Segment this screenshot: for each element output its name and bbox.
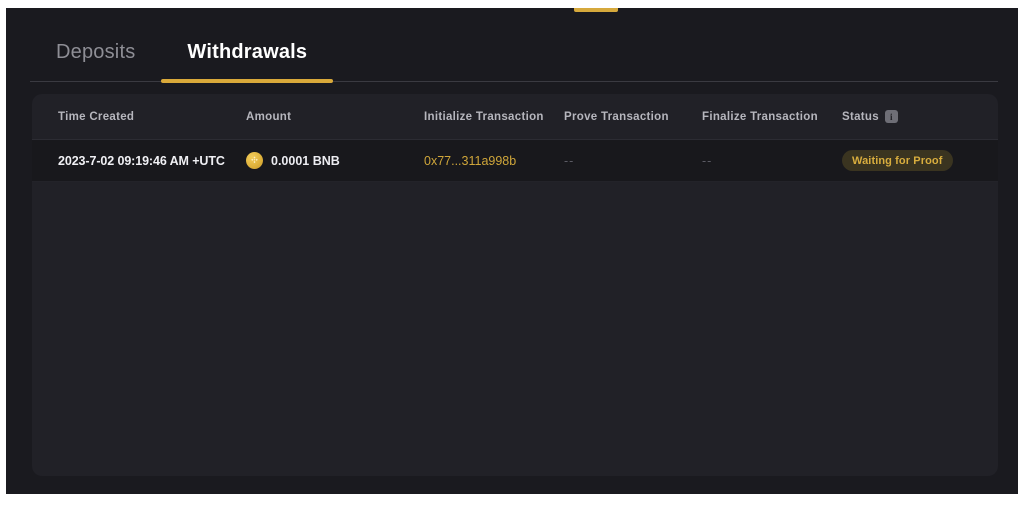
withdrawals-table: Time Created Amount Initialize Transacti…: [32, 94, 998, 182]
bnb-coin-icon: [246, 152, 263, 169]
cell-initialize-transaction: 0x77...311a998b: [424, 154, 564, 168]
tab-deposits-label: Deposits: [56, 40, 136, 63]
column-header-prove-transaction: Prove Transaction: [564, 110, 669, 123]
screenshot-frame: Deposits Withdrawals Time Created Amount…: [0, 0, 1024, 506]
status-badge: Waiting for Proof: [842, 150, 953, 171]
amount-wrapper: 0.0001 BNB: [246, 152, 340, 169]
withdrawals-table-card: Time Created Amount Initialize Transacti…: [32, 94, 998, 476]
info-icon[interactable]: i: [884, 110, 898, 123]
finalize-transaction-value: --: [702, 153, 713, 168]
cell-time-created: 2023-7-02 09:19:46 AM +UTC: [32, 154, 246, 168]
initialize-transaction-link[interactable]: 0x77...311a998b: [424, 154, 516, 168]
column-header-status: Status i: [842, 110, 992, 123]
clipped-top-element: [574, 8, 618, 12]
transaction-type-tabs: Deposits Withdrawals: [30, 22, 998, 83]
prove-transaction-value: --: [564, 153, 575, 168]
cell-finalize-transaction: --: [702, 154, 842, 168]
column-header-amount: Amount: [246, 110, 292, 123]
tab-withdrawals[interactable]: Withdrawals: [161, 22, 334, 83]
table-row[interactable]: 2023-7-02 09:19:46 AM +UTC 0.0001 BNB 0x…: [32, 140, 998, 182]
amount-value: 0.0001 BNB: [271, 153, 340, 168]
time-created-value: 2023-7-02 09:19:46 AM +UTC: [58, 153, 225, 168]
tab-deposits[interactable]: Deposits: [30, 22, 161, 82]
cell-prove-transaction: --: [564, 154, 702, 168]
column-header-time-created: Time Created: [58, 110, 135, 123]
cell-amount: 0.0001 BNB: [246, 152, 424, 169]
column-header-status-label: Status: [842, 110, 879, 123]
app-page: Deposits Withdrawals Time Created Amount…: [6, 8, 1018, 494]
tab-withdrawals-label: Withdrawals: [187, 40, 308, 63]
table-header-row: Time Created Amount Initialize Transacti…: [32, 94, 998, 140]
cell-status: Waiting for Proof: [842, 150, 992, 171]
column-header-initialize-transaction: Initialize Transaction: [424, 110, 544, 123]
column-header-finalize-transaction: Finalize Transaction: [702, 110, 818, 123]
